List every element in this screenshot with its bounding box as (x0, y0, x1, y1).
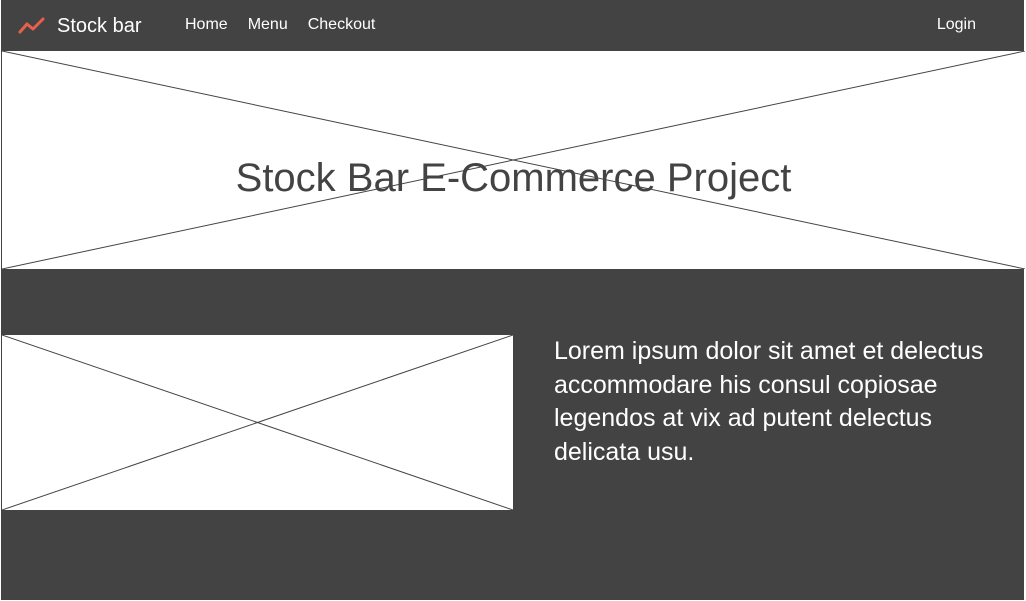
nav-link-menu[interactable]: Menu (248, 15, 288, 35)
image-placeholder-cross (2, 335, 513, 510)
trend-line-icon (18, 17, 45, 34)
hero-banner: Stock Bar E-Commerce Project (1, 51, 1025, 269)
nav-link-checkout[interactable]: Checkout (308, 15, 376, 35)
content-paragraph: Lorem ipsum dolor sit amet et delectus a… (554, 337, 984, 466)
hero-title: Stock Bar E-Commerce Project (235, 156, 792, 200)
navbar: Stock bar Home Menu Checkout Login (1, 0, 1024, 51)
page-frame: Stock bar Home Menu Checkout Login Stock… (1, 0, 1025, 600)
nav-link-home[interactable]: Home (185, 15, 228, 35)
login-link[interactable]: Login (937, 15, 976, 35)
nav-links: Home Menu Checkout (185, 15, 395, 35)
brand-name: Stock bar (57, 15, 142, 37)
brand[interactable]: Stock bar (17, 12, 141, 40)
content-image-placeholder (2, 335, 513, 510)
